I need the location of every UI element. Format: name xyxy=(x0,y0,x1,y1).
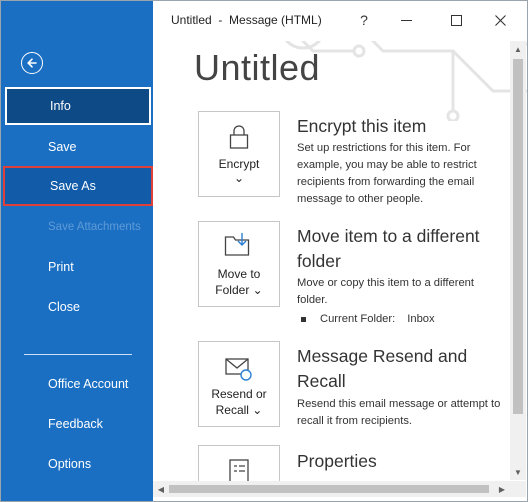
maximize-button[interactable] xyxy=(441,7,471,33)
lock-icon xyxy=(199,124,279,150)
properties-section-title: Properties xyxy=(297,451,377,471)
scrollbar-corner xyxy=(510,481,526,497)
sidebar-item-info[interactable]: Info xyxy=(5,87,151,125)
resend-section-title-line2: Recall xyxy=(297,371,346,391)
outlook-message-window: Info Save Save As Save Attachments Print… xyxy=(0,0,528,502)
move-section-description: Move or copy this item to a different fo… xyxy=(297,277,475,306)
move-button-label-line1: Move to xyxy=(217,267,261,281)
page-title: Untitled xyxy=(194,47,321,88)
move-to-folder-button[interactable]: Move to Folder ⌄ xyxy=(198,221,280,307)
scroll-up-arrow-icon[interactable]: ▲ xyxy=(510,41,526,57)
encrypt-section-description: Set up restrictions for this item. For e… xyxy=(297,142,477,205)
help-icon: ? xyxy=(360,12,368,28)
sidebar-item-options[interactable]: Options xyxy=(1,444,153,484)
help-button[interactable]: ? xyxy=(349,7,379,33)
properties-icon xyxy=(199,458,279,482)
sidebar-item-office-account[interactable]: Office Account xyxy=(1,364,153,404)
current-folder-row: Current Folder: Inbox xyxy=(301,313,435,325)
back-arrow-icon[interactable] xyxy=(21,52,43,74)
resend-recall-button[interactable]: Resend or Recall ⌄ xyxy=(198,341,280,427)
current-folder-value: Inbox xyxy=(407,313,435,325)
resend-section-description: Resend this email message or attempt to … xyxy=(297,398,501,427)
window-title: Untitled - Message (HTML) xyxy=(171,13,322,27)
envelope-resend-icon xyxy=(199,356,279,382)
sidebar-item-save-as[interactable]: Save As xyxy=(3,166,153,206)
horizontal-scroll-thumb[interactable] xyxy=(169,485,489,493)
move-button-label-line2: Folder ⌄ xyxy=(215,283,263,297)
close-window-button[interactable] xyxy=(485,7,515,33)
move-section-title-line2: folder xyxy=(297,251,341,271)
close-icon xyxy=(494,14,506,26)
horizontal-scrollbar[interactable]: ◀ ▶ xyxy=(153,481,510,497)
properties-button[interactable] xyxy=(198,445,280,483)
folder-move-icon xyxy=(199,232,279,258)
title-bar: Untitled - Message (HTML) ? xyxy=(153,1,527,41)
vertical-scrollbar[interactable]: ▲ ▼ xyxy=(510,41,526,480)
encrypt-section-title: Encrypt this item xyxy=(297,116,427,136)
chevron-down-icon: ⌄ xyxy=(233,171,245,185)
sidebar-item-save[interactable]: Save xyxy=(1,127,153,167)
sidebar-item-close[interactable]: Close xyxy=(1,287,153,327)
resend-button-label-line1: Resend or xyxy=(211,387,267,401)
minimize-button[interactable] xyxy=(391,7,421,33)
resend-section-title-line1: Message Resend and xyxy=(297,346,468,366)
sidebar-item-print[interactable]: Print xyxy=(1,247,153,287)
scroll-left-arrow-icon[interactable]: ◀ xyxy=(153,481,169,497)
current-folder-label: Current Folder: xyxy=(320,313,396,325)
encrypt-button[interactable]: Encrypt ⌄ xyxy=(198,111,280,197)
resend-button-label-line2: Recall ⌄ xyxy=(215,403,263,417)
bullet-icon xyxy=(301,316,306,322)
sidebar-item-feedback[interactable]: Feedback xyxy=(1,404,153,444)
maximize-icon xyxy=(450,14,462,26)
sidebar-item-save-attachments: Save Attachments xyxy=(48,221,141,233)
scroll-right-arrow-icon[interactable]: ▶ xyxy=(494,481,510,497)
sidebar-divider xyxy=(24,354,132,355)
minimize-icon xyxy=(400,19,412,21)
move-section-title-line1: Move item to a different xyxy=(297,226,480,246)
scroll-down-arrow-icon[interactable]: ▼ xyxy=(510,464,526,480)
vertical-scroll-thumb[interactable] xyxy=(513,59,523,414)
backstage-sidebar: Info Save Save As Save Attachments Print… xyxy=(1,1,153,501)
